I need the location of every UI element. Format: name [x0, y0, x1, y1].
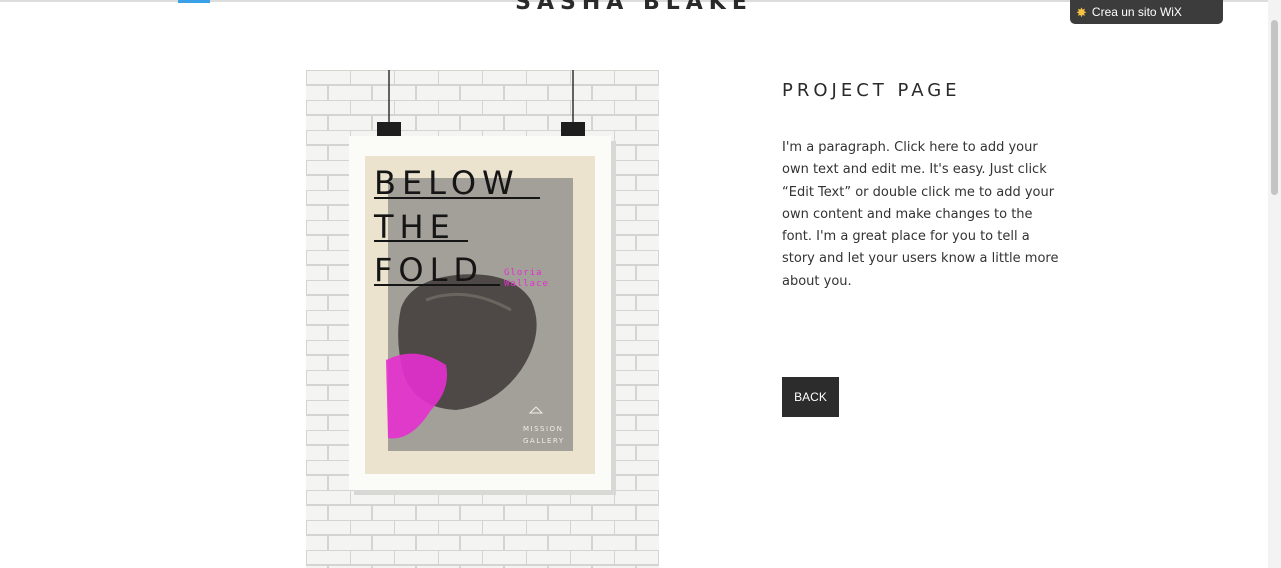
poster-title-line3: FOLD	[374, 251, 484, 289]
back-button[interactable]: BACK	[782, 377, 839, 417]
poster-gallery-line2: GALLERY	[523, 437, 565, 445]
poster-gallery-line1: MISSION	[523, 425, 563, 433]
page-scrollbar[interactable]	[1268, 0, 1281, 568]
project-title: PROJECT PAGE	[782, 80, 961, 101]
project-image: BELOW THE FOLD Gloria Wallace MISSION GA…	[306, 70, 659, 568]
project-paragraph: I'm a paragraph. Click here to add your …	[782, 140, 1059, 289]
poster-photo: BELOW THE FOLD Gloria Wallace MISSION GA…	[306, 70, 659, 568]
poster-author-line1: Gloria	[504, 268, 543, 278]
wix-star-icon: ✸	[1076, 4, 1087, 20]
poster-author-line2: Wallace	[504, 279, 549, 289]
poster-title-line1: BELOW	[374, 164, 520, 202]
wix-banner-label: Crea un sito WiX	[1091, 5, 1182, 19]
scrollbar-thumb[interactable]	[1271, 20, 1278, 195]
wix-banner[interactable]: ✸ Crea un sito WiX	[1070, 0, 1223, 24]
